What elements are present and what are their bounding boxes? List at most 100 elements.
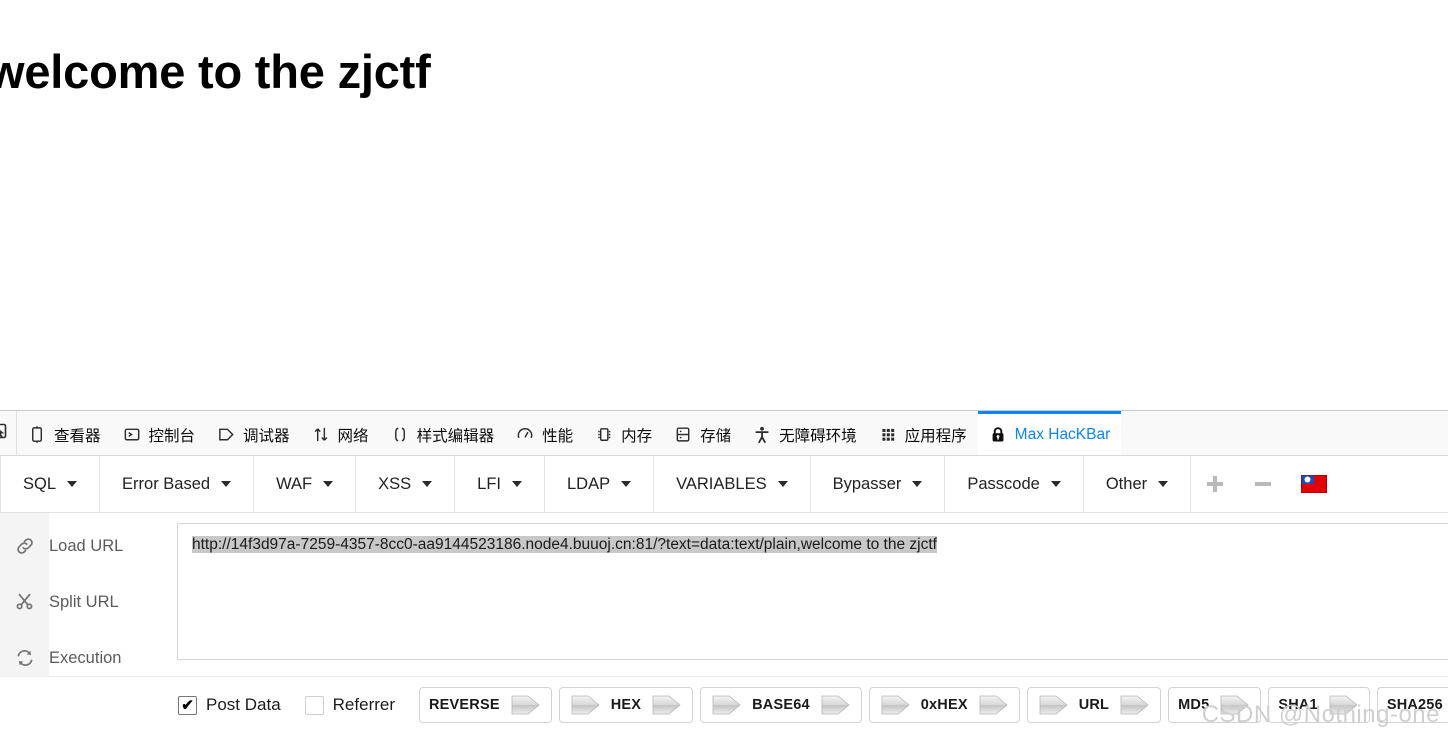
arrow-right-icon	[1329, 695, 1358, 715]
scissors-icon	[0, 592, 49, 612]
encoder-button-url[interactable]: URL	[1026, 687, 1162, 723]
hackbar-url-area: http://14f3d97a-7259-4357-8cc0-aa9144523…	[177, 513, 1448, 676]
checkbox-box[interactable]	[304, 695, 324, 715]
devtools-tab-5[interactable]: 性能	[505, 411, 584, 455]
hackbar-action-column: Load URL Split URL Execution	[0, 513, 177, 676]
action-label: Load URL	[49, 536, 124, 555]
memory-icon	[598, 427, 611, 441]
url-input-value: http://14f3d97a-7259-4357-8cc0-aa9144523…	[192, 536, 937, 553]
add-payload-button[interactable]	[1191, 456, 1239, 512]
arrow-right-icon	[1220, 695, 1249, 715]
devtools-tab-label: 调试器	[243, 427, 290, 445]
encoder-label: BASE64	[752, 697, 810, 713]
plus-icon	[1207, 476, 1224, 492]
devtools-tab-label: 性能	[542, 427, 574, 445]
devtools-tab-6[interactable]: 内存	[584, 411, 663, 455]
element-picker-icon	[0, 421, 8, 446]
checkbox-box[interactable]: ✔	[178, 695, 197, 715]
arrow-right-icon	[571, 695, 600, 715]
split-url-button[interactable]: Split URL	[0, 569, 177, 625]
payload-dropdown-passcode[interactable]: Passcode	[945, 456, 1084, 512]
devtools-tab-4[interactable]: 样式编辑器	[380, 411, 506, 455]
application-icon	[882, 428, 894, 441]
post-data-checkbox[interactable]: ✔ Post Data	[178, 695, 281, 715]
hackbar-payload-toolbar: SQL Error Based WAF XSS LFI LDAP VARIABLES Bypa…	[0, 456, 1448, 513]
devtools-tab-7[interactable]: 存储	[663, 411, 742, 455]
payload-dropdown-label: Passcode	[967, 474, 1040, 493]
link-icon	[16, 538, 33, 554]
taiwan-flag-icon	[1301, 475, 1328, 493]
encoder-label: URL	[1078, 697, 1110, 713]
encoder-label: SHA1	[1278, 697, 1318, 713]
style-editor-icon	[391, 425, 410, 444]
devtools-tab-8[interactable]: 无障碍环境	[742, 411, 868, 455]
chevron-down-icon	[777, 481, 788, 487]
payload-dropdown-error-based[interactable]: Error Based	[100, 456, 255, 512]
devtools-tab-0[interactable]: 查看器	[17, 411, 112, 455]
hackbar-dropdown-group: SQL Error Based WAF XSS LFI LDAP VARIABLES Bypa…	[0, 456, 1192, 512]
language-flag-button[interactable]	[1287, 456, 1341, 512]
page-title: welcome to the zjctf	[0, 45, 431, 98]
inspector-icon	[32, 425, 43, 443]
payload-dropdown-label: LDAP	[567, 474, 611, 493]
devtools-tab-max-hackbar[interactable]: Max HacKBar	[977, 411, 1122, 455]
element-picker-button[interactable]	[0, 411, 17, 455]
memory-icon	[595, 425, 614, 444]
payload-dropdown-ldap[interactable]: LDAP	[545, 456, 655, 512]
chevron-down-icon	[512, 481, 522, 487]
url-input[interactable]: http://14f3d97a-7259-4357-8cc0-aa9144523…	[177, 523, 1448, 660]
devtools-tab-label: 控制台	[148, 427, 196, 445]
storage-icon	[676, 426, 690, 442]
devtools-tabbar: 查看器 控制台 调试器 网络 样式编辑器 性能 内存 存储 无障碍环境 应用程序 Max HacKB…	[0, 411, 1448, 456]
payload-dropdown-waf[interactable]: WAF	[254, 456, 357, 512]
referrer-checkbox[interactable]: Referrer	[304, 695, 396, 715]
encoder-button-sha1[interactable]: SHA1	[1268, 687, 1370, 723]
devtools-tab-label: 内存	[621, 427, 653, 445]
performance-icon	[516, 425, 535, 444]
encoder-button-md5[interactable]: MD5	[1168, 687, 1262, 723]
arrow-right-icon	[821, 695, 850, 715]
scissors-icon	[16, 593, 32, 610]
chevron-down-icon	[621, 481, 632, 487]
payload-dropdown-label: XSS	[378, 474, 412, 493]
payload-dropdown-sql[interactable]: SQL	[0, 456, 101, 512]
encoder-label: SHA256	[1386, 697, 1443, 713]
devtools-tab-list: 查看器 控制台 调试器 网络 样式编辑器 性能 内存 存储 无障碍环境 应用程序 Max HacKB…	[17, 411, 1448, 455]
payload-dropdown-label: Bypasser	[832, 474, 902, 493]
lock-icon	[992, 426, 1004, 441]
payload-dropdown-xss[interactable]: XSS	[356, 456, 456, 512]
encoder-button-base64[interactable]: BASE64	[700, 687, 862, 723]
chevron-down-icon	[422, 481, 433, 487]
chevron-down-icon	[323, 481, 334, 487]
checkbox-label: Referrer	[332, 695, 396, 714]
payload-dropdown-lfi[interactable]: LFI	[455, 456, 545, 512]
remove-payload-button[interactable]	[1239, 456, 1287, 512]
encoder-label: REVERSE	[429, 697, 500, 713]
execution-button[interactable]: Execution	[0, 625, 177, 681]
chevron-down-icon	[912, 481, 923, 487]
payload-dropdown-bypasser[interactable]: Bypasser	[811, 456, 946, 512]
application-icon	[879, 425, 898, 444]
encoder-label: MD5	[1178, 697, 1210, 713]
devtools-tab-label: 存储	[700, 427, 732, 445]
refresh-icon	[0, 648, 49, 668]
devtools-tab-label: 网络	[337, 427, 369, 445]
encoder-button-sha256[interactable]: SHA256	[1376, 687, 1448, 723]
debugger-icon	[219, 428, 234, 440]
checkbox-label: Post Data	[206, 695, 281, 714]
encoder-button-reverse[interactable]: REVERSE	[419, 687, 552, 723]
payload-dropdown-label: SQL	[23, 474, 57, 493]
link-icon	[0, 536, 49, 556]
payload-dropdown-label: VARIABLES	[676, 474, 767, 493]
payload-dropdown-label: Other	[1105, 474, 1148, 493]
devtools-tab-1[interactable]: 控制台	[112, 411, 207, 455]
payload-dropdown-other[interactable]: Other	[1084, 456, 1192, 512]
devtools-tab-2[interactable]: 调试器	[206, 411, 301, 455]
payload-dropdown-variables[interactable]: VARIABLES	[654, 456, 811, 512]
devtools-tab-9[interactable]: 应用程序	[868, 411, 978, 455]
devtools-tab-3[interactable]: 网络	[301, 411, 380, 455]
encoder-button-0xhex[interactable]: 0xHEX	[868, 687, 1020, 723]
refresh-icon	[17, 650, 32, 666]
encoder-button-hex[interactable]: HEX	[558, 687, 694, 723]
load-url-button[interactable]: Load URL	[0, 513, 177, 569]
